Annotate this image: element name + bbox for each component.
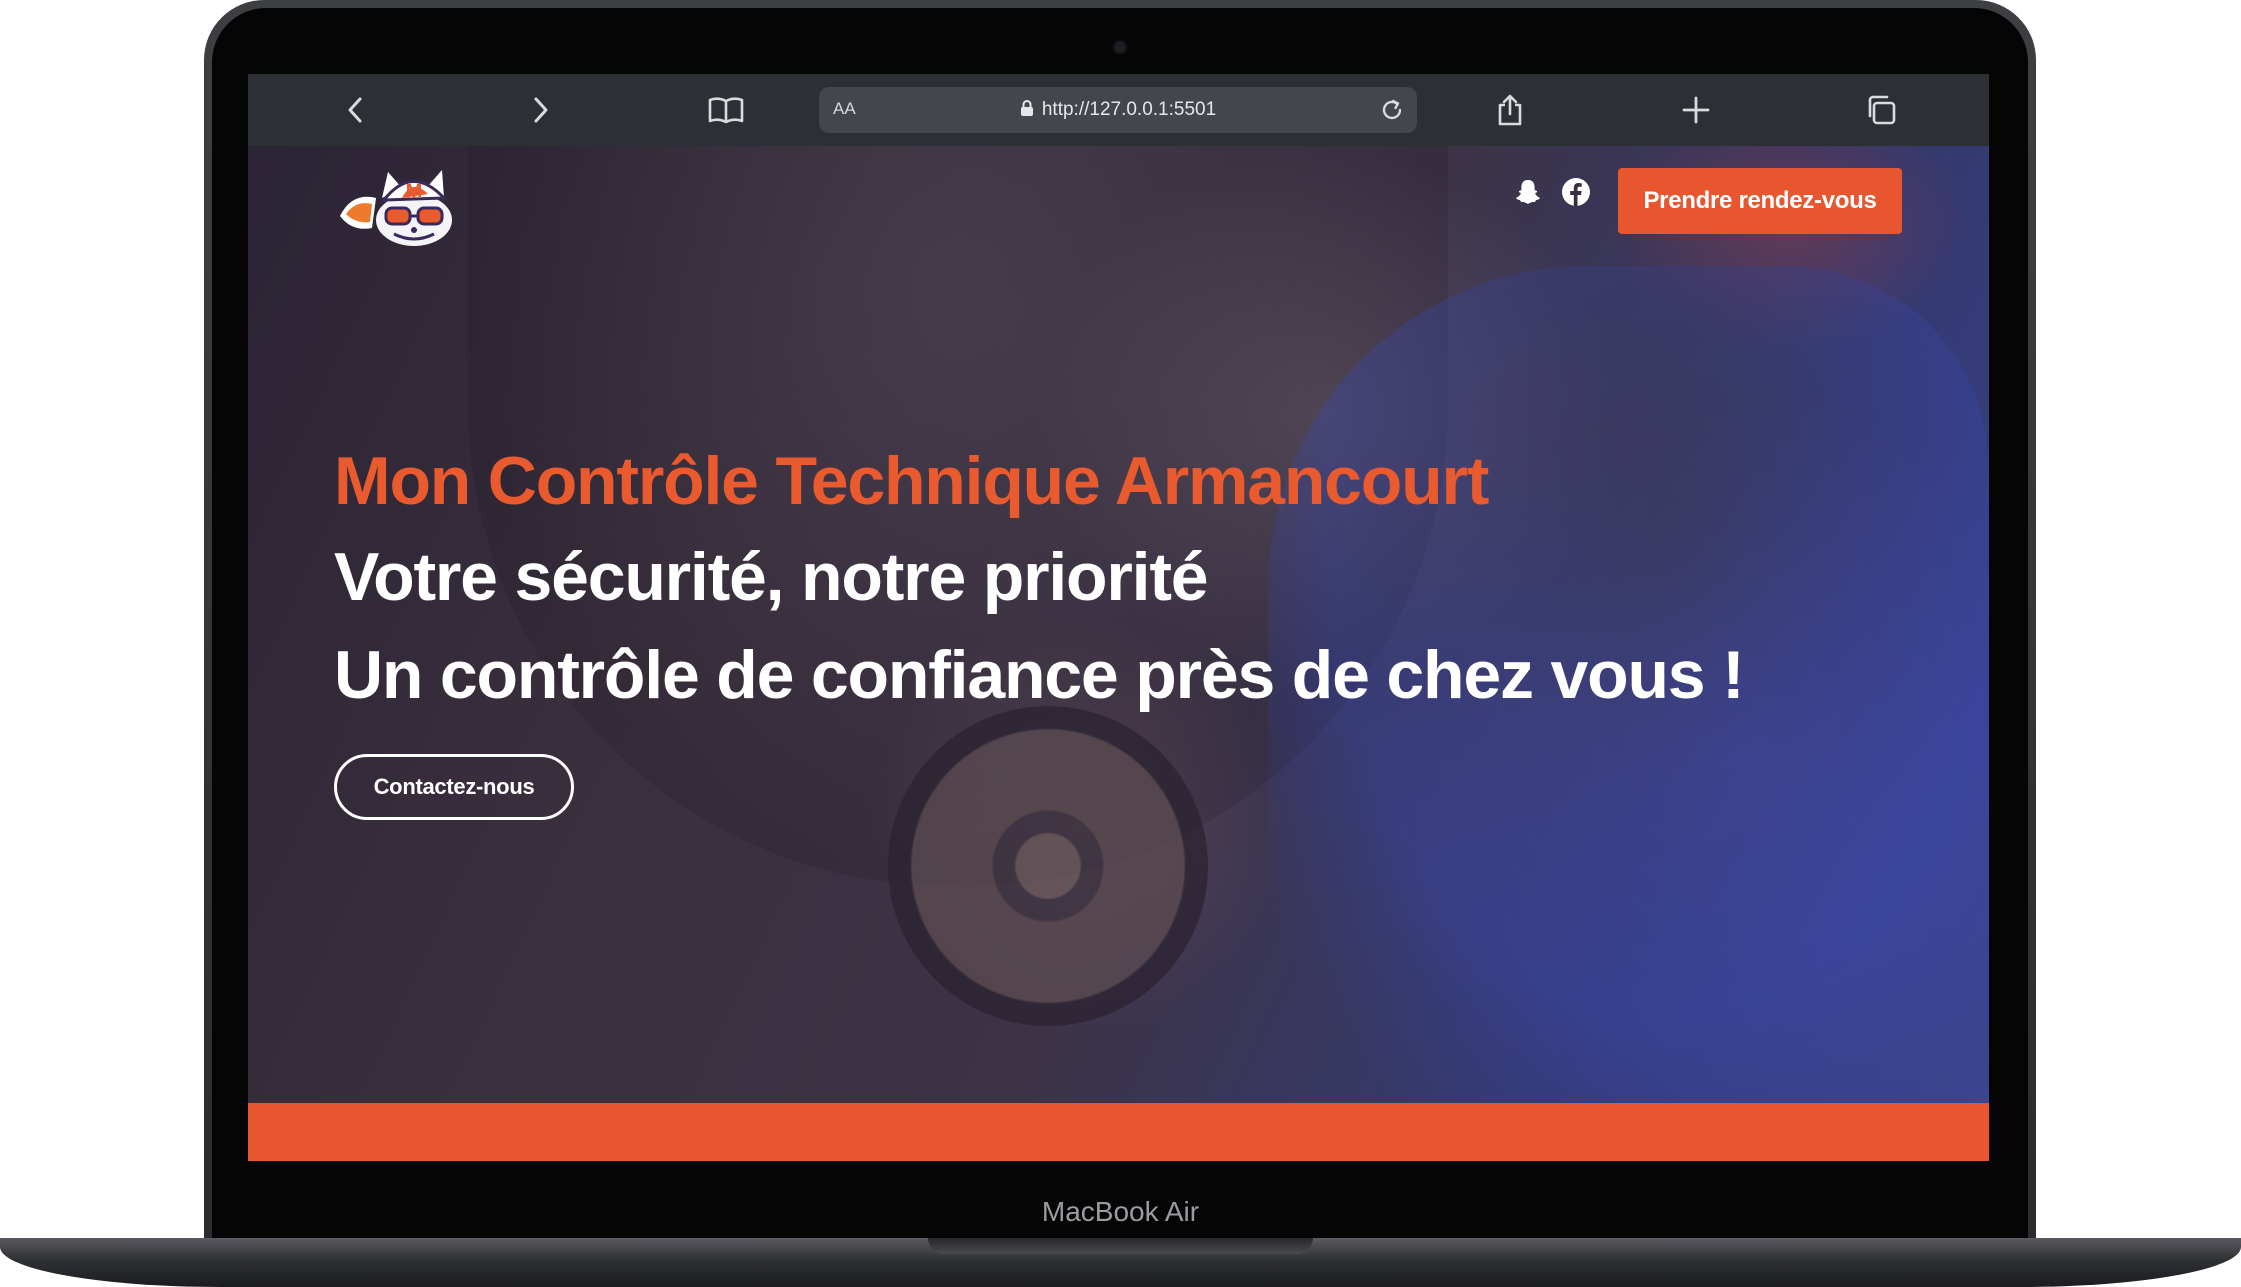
book-icon[interactable]	[706, 90, 746, 130]
hero-subtitle-1: Votre sécurité, notre priorité	[334, 539, 1209, 615]
snapchat-icon[interactable]	[1510, 174, 1546, 210]
laptop-base-notch	[928, 1238, 1313, 1254]
device-label: MacBook Air	[1041, 1196, 1200, 1227]
screen: AA http://127.0.0.1:5501 M Prendre rende…	[248, 74, 1989, 1161]
lock-icon	[1020, 99, 1034, 123]
hero-section: M Prendre rendez-vous Mon Contrôle Techn…	[248, 146, 1989, 1106]
url-text: http://127.0.0.1:5501	[1041, 99, 1217, 120]
camera	[1114, 41, 1126, 53]
svg-text:M: M	[406, 181, 423, 203]
hero-subtitle-2: Un contrôle de confiance près de chez vo…	[334, 637, 1745, 713]
hero-background-brake-disc	[888, 706, 1208, 1026]
plus-icon[interactable]	[1676, 90, 1716, 130]
site-logo[interactable]: M	[332, 158, 472, 250]
orange-footer-band	[248, 1103, 1989, 1161]
url-display: http://127.0.0.1:5501	[819, 99, 1417, 123]
address-bar[interactable]: AA http://127.0.0.1:5501	[819, 87, 1417, 133]
facebook-icon[interactable]	[1558, 174, 1594, 210]
chevron-right-icon[interactable]	[520, 90, 560, 130]
hero-title: Mon Contrôle Technique Armancourt	[334, 443, 1489, 519]
browser-toolbar: AA http://127.0.0.1:5501	[248, 74, 1989, 146]
chevron-left-icon[interactable]	[336, 90, 376, 130]
book-appointment-button[interactable]: Prendre rendez-vous	[1618, 168, 1902, 234]
tabs-icon[interactable]	[1861, 90, 1901, 130]
contact-button[interactable]: Contactez-nous	[334, 754, 574, 820]
share-icon[interactable]	[1490, 90, 1530, 130]
reload-icon[interactable]	[1379, 97, 1405, 128]
